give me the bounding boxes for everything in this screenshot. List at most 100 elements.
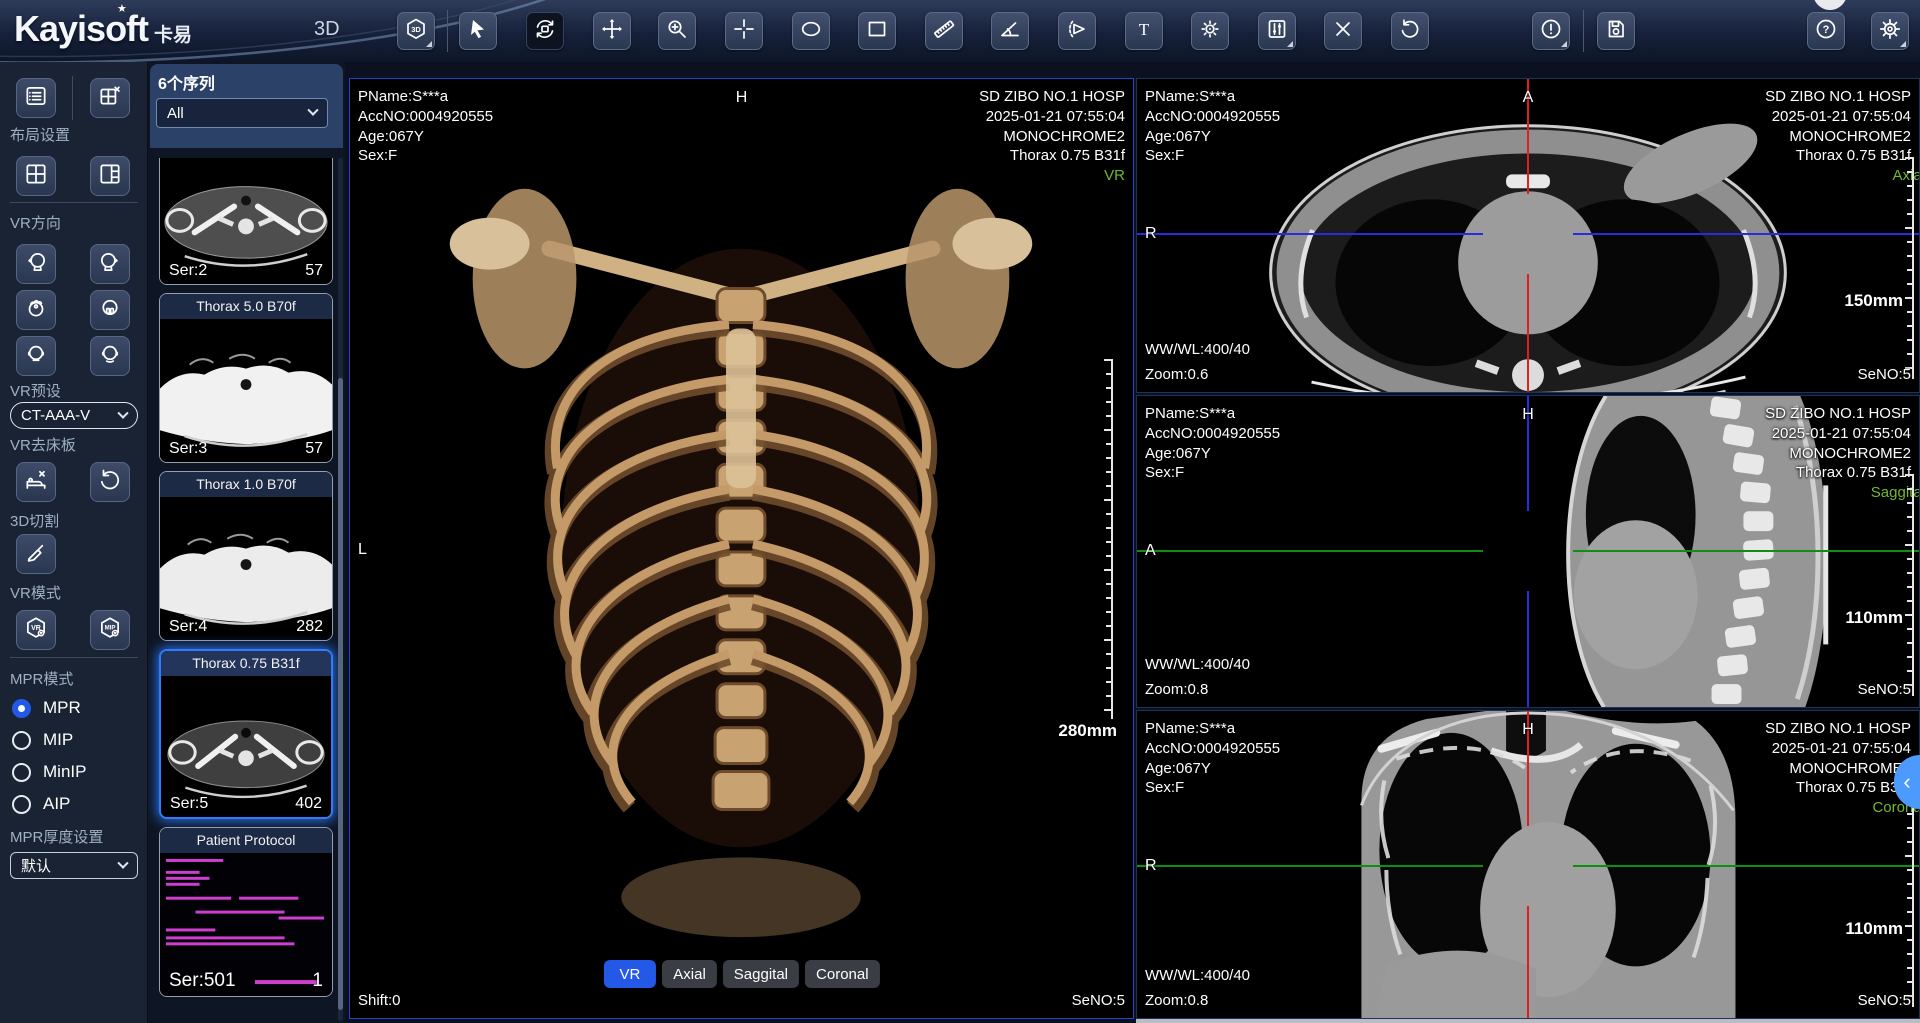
vr-view-right-button[interactable]	[90, 244, 130, 284]
view-button-vr[interactable]: VR	[603, 960, 656, 988]
series-card-ser5-selected[interactable]: Thorax 0.75 B31f Ser:5 402	[159, 649, 333, 819]
vr-view-left-button[interactable]	[16, 244, 56, 284]
study-datetime: 2025-01-21 07:55:04	[1765, 107, 1911, 127]
patient-accno: AccNO:0004920555	[358, 107, 493, 127]
tool-window-level-button[interactable]	[1258, 12, 1296, 50]
tool-ruler-button[interactable]	[925, 12, 963, 50]
tool-rotate3d-button[interactable]	[526, 12, 564, 50]
user-avatar[interactable]	[1813, 0, 1847, 10]
mpr-radio-aip[interactable]: AIP	[12, 794, 70, 814]
series-title: Thorax 5.0 B70f	[160, 294, 332, 319]
vr-direction-label: VR方向	[10, 212, 61, 233]
vr-view-head-button[interactable]	[16, 290, 56, 330]
window-level-icon	[1265, 17, 1289, 46]
tool-delete-button[interactable]	[1324, 12, 1362, 50]
tool-zoom-button[interactable]	[658, 12, 696, 50]
alert-icon	[1539, 17, 1563, 46]
tool-pan-button[interactable]	[593, 12, 631, 50]
settings-button[interactable]	[1871, 12, 1909, 50]
view-button-axial[interactable]: Axial	[662, 960, 717, 988]
layout-close-button[interactable]	[90, 78, 130, 118]
sidebar-divider	[10, 202, 138, 203]
mip-mode-button[interactable]: MIP	[90, 610, 130, 650]
mpr-radio-mip[interactable]: MIP	[12, 730, 73, 750]
patient-sex: Sex:F	[1145, 778, 1280, 798]
left-tool-sidebar: 布局设置 VR方向 VR预设 CT-AAA-V	[0, 62, 148, 1023]
top-toolbar: Kayisoft ★ 卡易 3D 3D	[0, 0, 1920, 62]
series-card-ser3[interactable]: Thorax 5.0 B70f Ser:3 57	[159, 293, 333, 463]
coronal-viewport[interactable]: PName:S***a AccNO:0004920555 Age:067Y Se…	[1136, 710, 1920, 1019]
series-number: Ser:501	[169, 970, 236, 992]
mpr-thickness-dropdown[interactable]: 默认	[10, 852, 138, 879]
mpr-mode-label: MPR模式	[10, 668, 73, 689]
layout-grid-button[interactable]	[16, 156, 56, 196]
layout-right-panel-button[interactable]	[90, 156, 130, 196]
study-info: SD ZIBO NO.1 HOSP 2025-01-21 07:55:04 MO…	[1765, 404, 1911, 503]
zoom-label: Zoom:0.6	[1145, 365, 1208, 385]
series-scrollbar[interactable]	[338, 158, 343, 1021]
study-info: SD ZIBO NO.1 HOSP 2025-01-21 07:55:04 MO…	[979, 87, 1125, 186]
tool-crosshair-button[interactable]	[725, 12, 763, 50]
ellipse-icon	[799, 17, 823, 46]
tool-3d-button[interactable]: 3D	[397, 12, 435, 50]
axial-viewport[interactable]: PName:S***a AccNO:0004920555 Age:067Y Se…	[1136, 78, 1920, 393]
series-card-ser2[interactable]: Ser:2 57	[159, 158, 333, 285]
tool-ellipse-button[interactable]	[792, 12, 830, 50]
tool-text-button[interactable]: T	[1125, 12, 1163, 50]
tool-angle-button[interactable]	[991, 12, 1029, 50]
orientation-marker-side: R	[1145, 857, 1157, 875]
layout-segment-button[interactable]	[16, 78, 56, 118]
layout-x-icon	[97, 83, 123, 114]
orientation-marker-top: A	[1523, 89, 1534, 107]
series-card-ser4[interactable]: Thorax 1.0 B70f Ser:4 282	[159, 471, 333, 641]
series-filter-dropdown[interactable]: All	[156, 98, 328, 128]
tool-save-button[interactable]	[1597, 12, 1635, 50]
series-no-label: SeNO:5	[1858, 991, 1911, 1011]
vr-view-back-button[interactable]	[16, 336, 56, 376]
vr-mode-button[interactable]: VR	[16, 610, 56, 650]
cut-knife-button[interactable]	[16, 534, 56, 574]
reset-icon	[97, 467, 123, 498]
series-card-ser501[interactable]: Patient Protocol Ser:501 1	[159, 827, 333, 997]
hospital-name: SD ZIBO NO.1 HOSP	[1765, 87, 1911, 107]
photometric: MONOCHROME2	[1765, 127, 1911, 147]
help-button[interactable]: ?	[1807, 12, 1845, 50]
series-number: Ser:3	[169, 440, 207, 458]
series-list: Ser:2 57 Thorax 5.0 B70f Ser:3 57 Thorax…	[148, 158, 338, 1023]
sagittal-viewport[interactable]: PName:S***a AccNO:0004920555 Age:067Y Se…	[1136, 395, 1920, 708]
view-orientation-label: VR	[979, 166, 1125, 186]
series-number: Ser:4	[169, 618, 207, 636]
mpr-radio-mpr[interactable]: MPR	[12, 698, 81, 718]
bed-x-icon	[23, 467, 49, 498]
vr-preset-dropdown[interactable]: CT-AAA-V	[10, 402, 138, 429]
view-button-saggital[interactable]: Saggital	[723, 960, 799, 988]
vr-view-front-button[interactable]	[90, 336, 130, 376]
tool-cursor-button[interactable]	[459, 12, 497, 50]
scrollbar-thumb[interactable]	[338, 378, 343, 1010]
series-description: Thorax 0.75 B31f	[1765, 778, 1911, 798]
tool-rectangle-button[interactable]	[858, 12, 896, 50]
mpr-radio-minip[interactable]: MinIP	[12, 762, 86, 782]
study-datetime: 2025-01-21 07:55:04	[1765, 739, 1911, 759]
patient-age: Age:067Y	[1145, 444, 1280, 464]
vr-view-feet-button[interactable]	[90, 290, 130, 330]
shift-label: Shift:0	[358, 991, 401, 1011]
tool-alert-button[interactable]	[1532, 12, 1570, 50]
tool-brightness-button[interactable]	[1191, 12, 1229, 50]
radio-label: MPR	[43, 698, 81, 718]
toolbar-separator	[447, 10, 448, 52]
remove-bed-button[interactable]	[16, 462, 56, 502]
tool-reset-button[interactable]	[1391, 12, 1429, 50]
scale-label: 110mm	[1845, 919, 1903, 939]
series-description: Thorax 0.75 B31f	[1765, 463, 1911, 483]
patient-age: Age:067Y	[358, 127, 493, 147]
view-button-coronal[interactable]: Coronal	[805, 960, 880, 988]
vr-viewport[interactable]: PName:S***a AccNO:0004920555 Age:067Y Se…	[349, 78, 1134, 1019]
radio-icon	[12, 763, 31, 782]
view-orientation-label: Coronal	[1765, 798, 1920, 818]
tool-cobb-angle-button[interactable]	[1058, 12, 1096, 50]
bed-reset-button[interactable]	[90, 462, 130, 502]
photometric: MONOCHROME2	[1765, 759, 1911, 779]
scale-ruler	[1905, 785, 1914, 1007]
series-title: Thorax 1.0 B70f	[160, 472, 332, 497]
